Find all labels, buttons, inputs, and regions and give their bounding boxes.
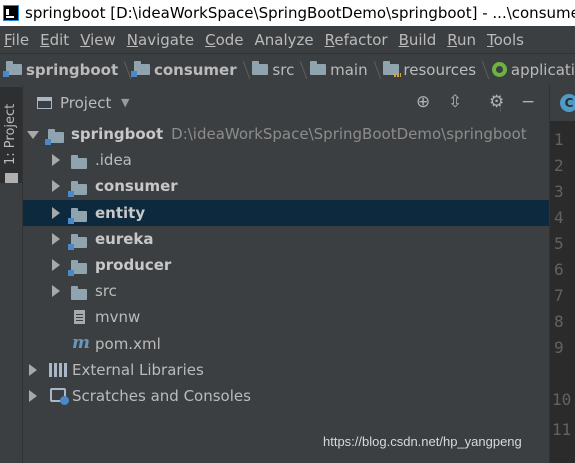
line-number: 7 xyxy=(554,286,564,305)
module-folder-icon xyxy=(68,181,91,199)
expand-arrow-icon[interactable] xyxy=(29,389,37,402)
class-file-tab-icon[interactable]: C xyxy=(560,94,575,112)
line-number: 8 xyxy=(554,312,564,331)
collapse-all-icon[interactable]: ⇳ xyxy=(448,92,462,112)
project-tree: springboot D:\ideaWorkSpace\SpringBootDem… xyxy=(23,121,549,409)
menu-bar: File Edit View Navigate Code Analyze Ref… xyxy=(0,26,575,53)
project-tool-tab[interactable]: 1: Project xyxy=(0,87,22,183)
settings-icon[interactable]: ⚙ xyxy=(489,92,504,112)
breadcrumb-src[interactable]: src xyxy=(246,61,294,79)
breadcrumb-consumer[interactable]: consumer xyxy=(128,61,237,79)
module-folder-icon xyxy=(68,207,91,226)
breadcrumb: springboot consumer src main resources a… xyxy=(0,53,575,85)
expand-arrow-icon[interactable] xyxy=(52,180,60,193)
collapse-arrow-icon[interactable] xyxy=(27,131,39,139)
menu-refactor[interactable]: Refactor xyxy=(321,31,395,49)
breadcrumb-springboot[interactable]: springboot xyxy=(0,61,118,79)
expand-arrow-icon[interactable] xyxy=(52,232,60,245)
resources-folder-icon xyxy=(383,61,402,77)
window-title: springboot [D:\ideaWorkSpace\SpringBootD… xyxy=(25,4,575,22)
breadcrumb-application[interactable]: applicati xyxy=(486,61,575,79)
tree-item-external-libraries[interactable]: External Libraries xyxy=(23,357,549,383)
project-tool-tab-label: 1: Project xyxy=(3,103,18,165)
menu-build[interactable]: Build xyxy=(395,31,444,49)
line-number: 11 xyxy=(552,420,572,439)
folder-icon xyxy=(71,286,91,304)
menu-navigate[interactable]: Navigate xyxy=(123,31,201,49)
intellij-logo-icon xyxy=(3,5,19,21)
library-icon xyxy=(49,362,67,381)
line-number: 4 xyxy=(554,208,564,227)
editor-area[interactable]: C 1 2 3 4 5 6 7 8 9 10 11 xyxy=(549,85,575,463)
module-folder-icon xyxy=(3,61,22,77)
menu-tools[interactable]: Tools xyxy=(483,31,531,49)
expand-arrow-icon[interactable] xyxy=(29,363,37,376)
line-number: 2 xyxy=(554,156,564,175)
file-icon xyxy=(74,310,85,328)
tree-root-springboot[interactable]: springboot D:\ideaWorkSpace\SpringBootDem… xyxy=(23,121,549,147)
editor-tab-bar: C xyxy=(550,85,575,121)
breadcrumb-main[interactable]: main xyxy=(304,61,368,79)
hide-icon[interactable]: − xyxy=(521,92,535,112)
tree-item-mvnw[interactable]: mvnw xyxy=(23,304,549,330)
tree-root-path: D:\ideaWorkSpace\SpringBootDemo\springbo… xyxy=(171,125,527,144)
project-view-icon xyxy=(37,97,52,109)
menu-view[interactable]: View xyxy=(76,31,123,49)
title-bar: springboot [D:\ideaWorkSpace\SpringBootD… xyxy=(0,0,575,26)
menu-analyze[interactable]: Analyze xyxy=(251,31,321,49)
folder-icon xyxy=(5,173,18,183)
menu-file[interactable]: File xyxy=(0,31,36,49)
module-folder-icon xyxy=(130,61,150,77)
tree-item-producer[interactable]: producer xyxy=(23,252,549,278)
line-number: 5 xyxy=(554,234,564,253)
expand-arrow-icon[interactable] xyxy=(52,206,60,219)
scratches-icon xyxy=(50,387,69,406)
maven-icon: m xyxy=(72,332,90,353)
project-panel-header: Project ▼ ⊕ ⇳ ⚙ − xyxy=(23,85,549,121)
tree-item-idea[interactable]: .idea xyxy=(23,147,549,173)
tree-item-entity[interactable]: entity xyxy=(23,199,549,226)
expand-arrow-icon[interactable] xyxy=(52,258,60,271)
menu-run[interactable]: Run xyxy=(443,31,483,49)
line-number: 1 xyxy=(554,130,564,149)
tree-root-name: springboot xyxy=(71,125,164,144)
tree-item-pom-xml[interactable]: m pom.xml xyxy=(23,331,549,357)
line-number: 3 xyxy=(554,182,564,201)
line-number: 10 xyxy=(552,390,572,409)
spring-icon xyxy=(491,62,507,77)
menu-edit[interactable]: Edit xyxy=(36,31,76,49)
module-folder-icon xyxy=(45,129,68,147)
tree-item-consumer[interactable]: consumer xyxy=(23,173,549,199)
expand-arrow-icon[interactable] xyxy=(52,285,60,298)
line-number: 9 xyxy=(554,338,564,357)
project-panel: Project ▼ ⊕ ⇳ ⚙ − springboot D:\ideaWorkS… xyxy=(23,85,549,463)
folder-icon xyxy=(71,155,91,173)
tree-item-src[interactable]: src xyxy=(23,278,549,304)
left-tool-stripe: 1: Project xyxy=(0,85,23,463)
folder-icon xyxy=(310,61,327,75)
dropdown-caret-icon[interactable]: ▼ xyxy=(121,96,129,109)
line-number: 6 xyxy=(554,260,564,279)
expand-arrow-icon[interactable] xyxy=(52,154,60,167)
menu-code[interactable]: Code xyxy=(201,31,250,49)
tree-item-eureka[interactable]: eureka xyxy=(23,226,549,252)
module-folder-icon xyxy=(68,233,91,252)
locate-icon[interactable]: ⊕ xyxy=(416,92,430,112)
breadcrumb-resources[interactable]: resources xyxy=(377,61,476,79)
watermark-text: https://blog.csdn.net/hp_yangpeng xyxy=(323,434,522,449)
module-folder-icon xyxy=(68,259,91,278)
tree-item-scratches[interactable]: Scratches and Consoles xyxy=(23,383,549,409)
project-view-selector[interactable]: Project xyxy=(60,94,111,112)
folder-icon xyxy=(252,61,269,75)
